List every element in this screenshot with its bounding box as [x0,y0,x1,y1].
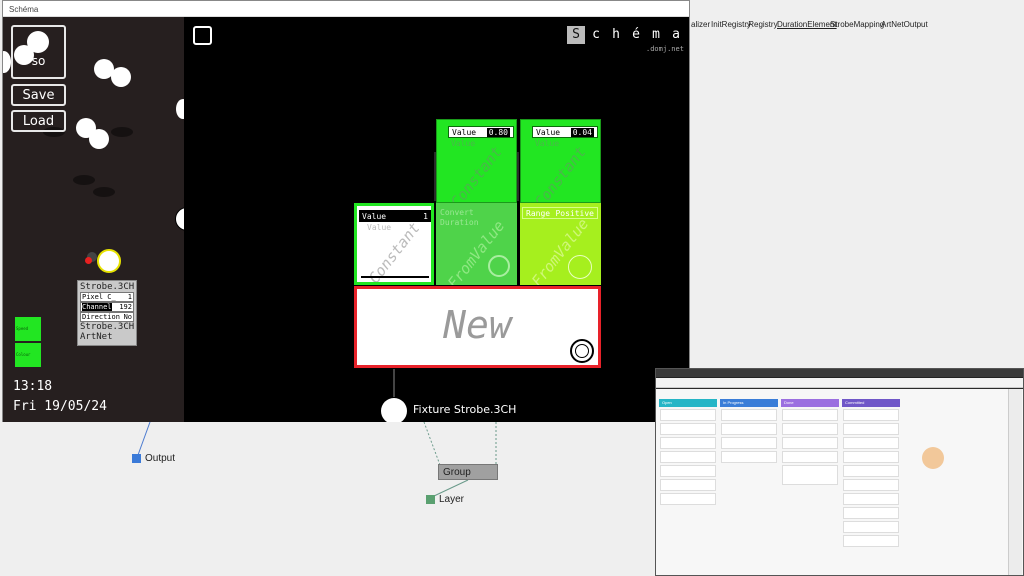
particle [73,175,95,185]
tile-watermark: Constant [531,143,590,203]
browser-tabstrip[interactable] [656,369,1023,378]
kanban-column[interactable]: Open [659,399,717,569]
yellow-ring-particle [97,249,121,273]
particle [111,127,133,137]
particle [93,187,115,197]
group-node[interactable]: Group [438,464,498,480]
kanban-card[interactable] [843,493,899,505]
value-field[interactable]: Value 1 [359,210,431,222]
kanban-card[interactable] [782,409,838,421]
side-panel: so Save Load Speed Colour 13:18 Fri 19/0… [3,17,184,422]
new-tile[interactable]: New [354,286,601,368]
layer-node[interactable]: Layer [426,494,464,505]
node-square-icon [426,494,435,504]
iso-button[interactable]: so [11,25,66,79]
browser-sidebar[interactable] [1008,389,1022,575]
particle [111,67,131,87]
new-tile-label: New [443,303,512,347]
kanban-card[interactable] [843,423,899,435]
fixture-node-bubble[interactable] [381,398,407,422]
kanban-card[interactable] [843,521,899,533]
tile-sublabel: Value [367,223,392,232]
mini-tile-speed[interactable]: Speed [15,317,41,341]
tile-sublabel: Value [451,139,476,148]
tile-sublabel: Convert [440,208,474,217]
particle [176,99,184,119]
kanban-card[interactable] [721,409,777,421]
avatar-illustration [922,447,944,469]
kanban-card[interactable] [660,465,716,477]
fixture-info-output: ArtNet [80,332,113,342]
kanban-card[interactable] [782,451,838,463]
kanban-card[interactable] [843,535,899,547]
fromvalue-tile[interactable]: Convert Duration FromValue [436,203,517,285]
browser-addressbar[interactable] [656,378,1023,388]
kanban-card[interactable] [660,493,716,505]
kanban-card[interactable] [843,507,899,519]
clock-time: 13:18 [13,379,53,394]
kanban-column[interactable]: Committed [842,399,900,569]
knob-inner-ring [575,344,589,358]
kanban-card[interactable] [721,451,777,463]
clock-date: Fri 19/05/24 [13,399,107,414]
fixture-row[interactable]: Channel 192 [80,302,134,312]
output-node[interactable]: Output [132,453,175,464]
app-window: Schéma so Save Load Speed Colour 13:18 F… [2,0,690,422]
fromvalue-tile[interactable]: Range Positive FromValue [520,203,601,285]
kanban-card[interactable] [782,437,838,449]
particle [89,129,109,149]
fixture-info-footer: Strobe.3CH [80,322,135,332]
fixture-row[interactable]: Direction No [80,312,134,322]
kanban-card[interactable] [782,465,838,485]
value-field[interactable]: Value 0.04 [532,126,598,138]
save-button[interactable]: Save [11,84,66,106]
kanban-card[interactable] [843,451,899,463]
constant-tile[interactable]: Value 0.04 Value Constant [520,119,601,203]
value-slider[interactable] [361,276,429,278]
window-titlebar[interactable]: Schéma [3,1,689,17]
value-field[interactable]: Value 0.80 [448,126,514,138]
load-button[interactable]: Load [11,110,66,132]
kanban-column[interactable]: Done [781,399,839,569]
kanban-card[interactable] [721,423,777,435]
red-particle [85,257,92,264]
node-square-icon [132,453,141,463]
kanban-card[interactable] [660,423,716,435]
knob-icon[interactable] [568,255,592,279]
kanban-card[interactable] [782,423,838,435]
tile-sublabel: Duration [440,218,479,227]
tile-watermark: Constant [447,143,506,203]
constant-tile-selected[interactable]: Value 1 Value Constant [354,203,434,285]
knob-icon[interactable] [488,255,510,277]
particle [3,51,11,73]
fixture-row[interactable]: Pixel C_ 1 [80,292,134,302]
window-title: Schéma [9,5,39,14]
kanban-card[interactable] [843,409,899,421]
kanban-card[interactable] [660,437,716,449]
kanban-column[interactable]: In Progress [720,399,778,569]
fixture-info-title: Strobe.3CH [80,282,135,292]
kanban-browser-window[interactable]: Open In Progress Done Committed [655,368,1024,576]
kanban-card[interactable] [660,409,716,421]
kanban-card[interactable] [660,479,716,491]
kanban-card[interactable] [843,465,899,477]
range-field[interactable]: Range Positive [522,207,598,219]
kanban-card[interactable] [721,437,777,449]
fixture-caption: Fixture Strobe.3CH [413,403,517,416]
mini-tile-colour[interactable]: Colour [15,343,41,367]
node-canvas[interactable]: S c h é m a .domj.net Value 0.80 Value C… [184,17,689,422]
fixture-info-panel[interactable]: Strobe.3CH Pixel C_ 1 Channel 192 Directio… [77,280,137,346]
kanban-column-header: Committed [842,399,900,407]
tile-sublabel: Value [535,139,560,148]
constant-tile[interactable]: Value 0.80 Value Constant [436,119,517,203]
kanban-column-header: Done [781,399,839,407]
knob-icon[interactable] [570,339,594,363]
kanban-column-header: Open [659,399,717,407]
kanban-card[interactable] [843,437,899,449]
kanban-column-header: In Progress [720,399,778,407]
kanban-card[interactable] [843,479,899,491]
kanban-card[interactable] [660,451,716,463]
